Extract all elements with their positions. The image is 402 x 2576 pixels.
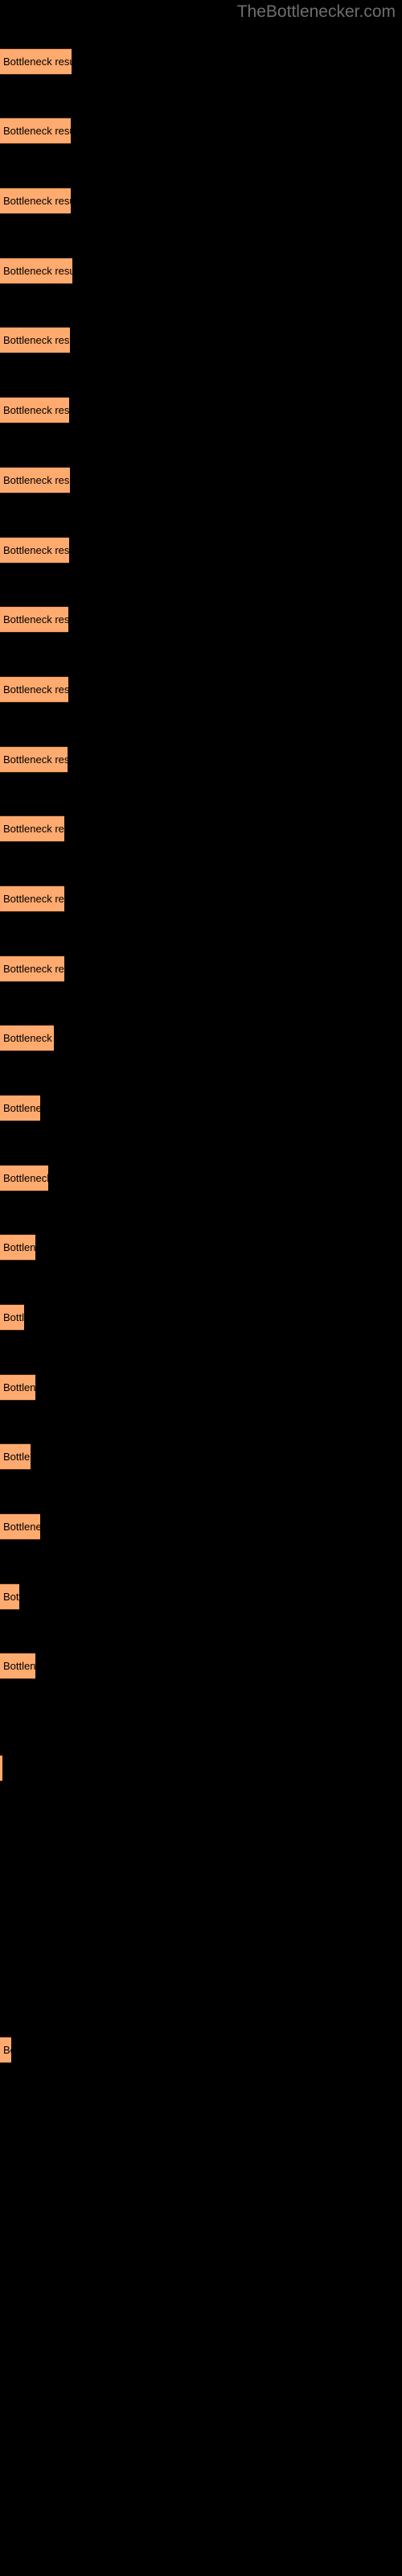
bar-label: Bottleneck result (3, 823, 64, 835)
bar-bottleneck-result[interactable]: Bottleneck result (0, 746, 68, 773)
bar-label: Bottleneck result (3, 404, 69, 416)
bar-bottleneck-result[interactable]: Bottleneck result (0, 327, 70, 353)
bar-label: Bottleneck result (3, 474, 70, 486)
bar-bottleneck-result[interactable]: Bottleneck result (0, 1234, 35, 1261)
bar-label: Bottleneck result (3, 1311, 24, 1323)
bar-bottleneck-result[interactable]: Bottleneck result (0, 188, 71, 214)
bar-bottleneck-result[interactable]: Bottleneck result (0, 2037, 11, 2063)
bar-bottleneck-result[interactable]: Bottleneck result (0, 467, 70, 493)
bar-label: Bottleneck result (3, 1660, 35, 1672)
bar-bottleneck-result[interactable]: Bottleneck result (0, 1095, 40, 1121)
bar-label: Bottleneck result (3, 1381, 35, 1393)
bar-label: Bottleneck result (3, 1521, 40, 1533)
bar-bottleneck-result[interactable]: Bottleneck result (0, 956, 64, 982)
bar-label: Bottleneck result (3, 1241, 35, 1253)
bar-label: Bottleneck result (3, 125, 71, 137)
bar-bottleneck-result[interactable]: Bottleneck result (0, 48, 72, 75)
bottleneck-bar-chart: Bottleneck result Bottleneck result Bottle… (0, 0, 402, 2576)
bar-label: Bottleneck result (3, 1591, 19, 1603)
bar-bottleneck-result[interactable]: Bottleneck result (0, 815, 64, 842)
bar-bottleneck-result[interactable]: Bottleneck result (0, 1755, 2, 1781)
bar-bottleneck-result[interactable]: Bottleneck result (0, 1583, 19, 1610)
bar-bottleneck-result[interactable]: Bottleneck result (0, 118, 71, 144)
bar-bottleneck-result[interactable]: Bottleneck result (0, 1165, 48, 1191)
bar-bottleneck-result[interactable]: Bottleneck result (0, 676, 68, 703)
bar-label: Bottleneck result (3, 544, 69, 556)
bar-label: Bottleneck result (3, 1451, 31, 1463)
bar-bottleneck-result[interactable]: Bottleneck result (0, 1443, 31, 1470)
bar-label: Bottleneck result (3, 1102, 40, 1114)
bar-bottleneck-result[interactable]: Bottleneck result (0, 1513, 40, 1540)
bar-label: Bottleneck result (3, 683, 68, 696)
bar-label: Bottleneck result (3, 1032, 54, 1044)
bar-bottleneck-result[interactable]: Bottleneck result (0, 537, 69, 564)
bar-bottleneck-result[interactable]: Bottleneck result (0, 1374, 35, 1401)
bar-label: Bottleneck result (3, 2044, 11, 2056)
bar-label: Bottleneck result (3, 195, 71, 207)
bar-bottleneck-result[interactable]: Bottleneck result (0, 1025, 54, 1051)
bar-label: Bottleneck result (3, 56, 72, 68)
bar-label: Bottleneck result (3, 1172, 48, 1184)
bar-bottleneck-result[interactable]: Bottleneck result (0, 886, 64, 912)
bar-bottleneck-result[interactable]: Bottleneck result (0, 258, 72, 284)
bar-label: Bottleneck result (3, 613, 68, 625)
bar-bottleneck-result[interactable]: Bottleneck result (0, 1304, 24, 1331)
bar-label: Bottleneck result (3, 893, 64, 905)
bar-label: Bottleneck result (3, 265, 72, 277)
bar-bottleneck-result[interactable]: Bottleneck result (0, 606, 68, 633)
bar-label: Bottleneck result (3, 963, 64, 975)
bar-bottleneck-result[interactable]: Bottleneck result (0, 397, 69, 423)
bar-bottleneck-result[interactable]: Bottleneck result (0, 1653, 35, 1679)
bar-label: Bottleneck result (3, 334, 70, 346)
bar-label: Bottleneck result (3, 753, 68, 766)
